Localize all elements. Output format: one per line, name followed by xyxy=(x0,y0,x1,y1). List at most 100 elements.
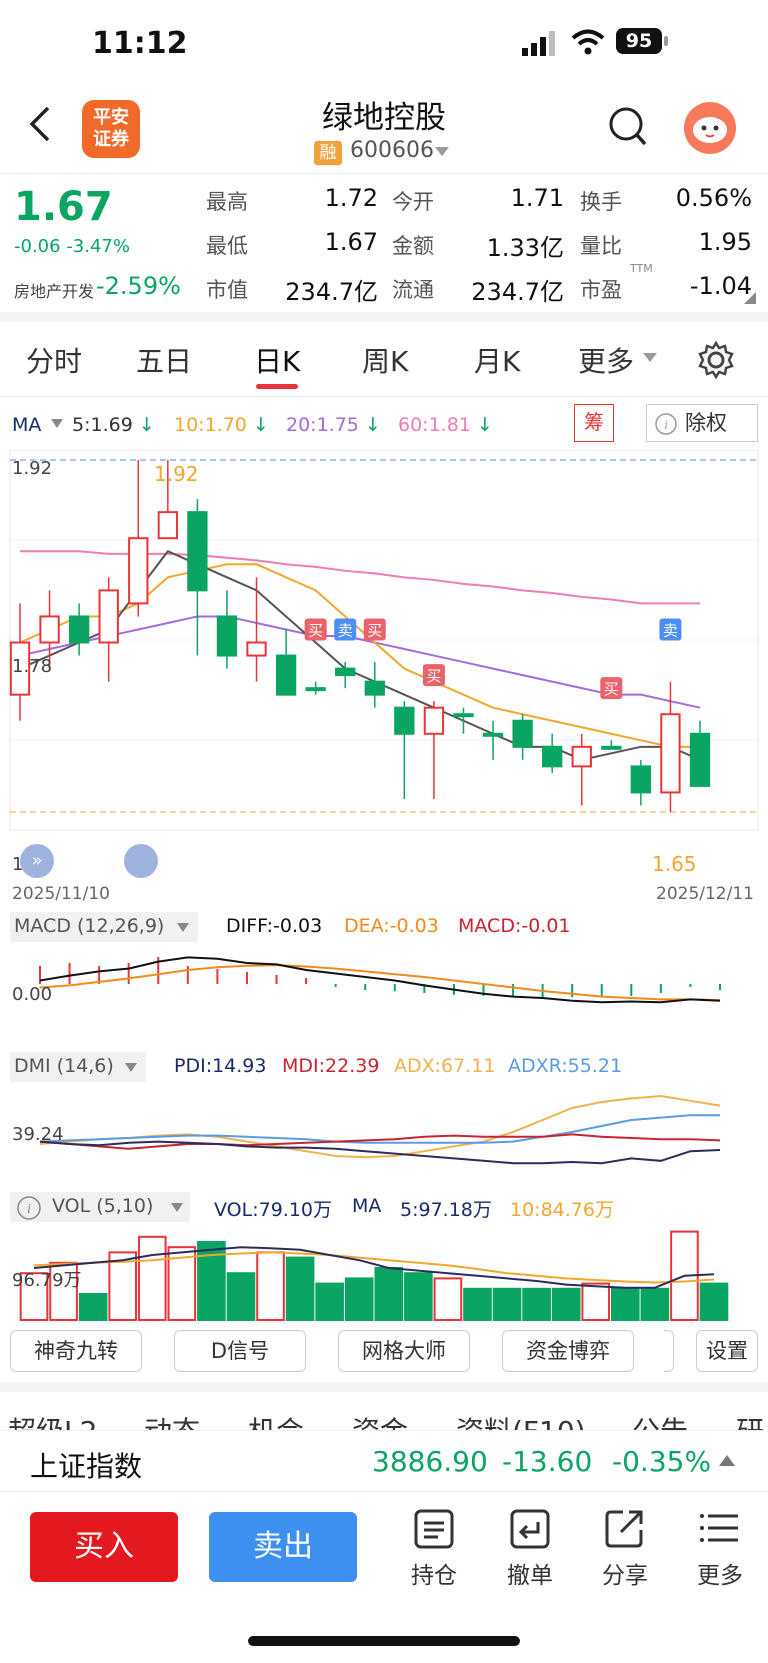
sell-signal-label: 卖 xyxy=(663,621,678,639)
dmi-chart xyxy=(39,1094,721,1165)
position-button[interactable]: 持仓 xyxy=(394,1508,474,1590)
cancel-order-label: 撤单 xyxy=(507,1563,553,1589)
candle xyxy=(246,641,267,657)
volume-bar xyxy=(611,1287,640,1322)
macd-chart xyxy=(39,956,721,1004)
pe-label: 市盈 xyxy=(580,278,622,302)
sell-signal-label: 卖 xyxy=(338,621,353,639)
high-label: 最高 xyxy=(206,190,248,214)
section-divider xyxy=(0,1382,768,1392)
vol-dropdown-icon[interactable] xyxy=(170,1202,184,1214)
menu-icon xyxy=(700,1514,738,1542)
tab-monthly-k[interactable]: 月K xyxy=(474,340,520,380)
sector-name[interactable]: 房地产开发 xyxy=(14,278,94,302)
macd-dropdown-icon[interactable] xyxy=(176,922,190,934)
expand-corner-icon[interactable] xyxy=(744,292,756,304)
down-arrow-icon: ↓ xyxy=(252,414,269,436)
tab-timeshare[interactable]: 分时 xyxy=(26,340,82,380)
signal-icon xyxy=(522,31,555,56)
ma10-text: 10:1.70 xyxy=(174,414,247,436)
candle xyxy=(216,615,238,657)
candle xyxy=(571,745,592,768)
volume-bar xyxy=(492,1287,522,1322)
index-change-pct: -0.35% xyxy=(612,1445,712,1478)
chip-distribution-button[interactable]: 筹 xyxy=(574,404,614,442)
more-dropdown-icon[interactable] xyxy=(642,352,658,364)
info-icon: i xyxy=(17,1196,41,1220)
tab-research[interactable]: 研 xyxy=(736,1410,764,1430)
ma5-value: 5:1.69 ↓ xyxy=(72,414,155,436)
tab-f10[interactable]: 资料(F10) xyxy=(456,1410,586,1430)
volume-bar xyxy=(374,1267,404,1321)
down-arrow-icon: ↓ xyxy=(476,414,493,436)
ma-dropdown-icon[interactable] xyxy=(50,418,64,430)
candle xyxy=(68,615,90,644)
tab-news[interactable]: 动态 xyxy=(144,1410,200,1430)
dmi-dropdown-icon[interactable] xyxy=(124,1062,138,1074)
buy-signal-label: 买 xyxy=(367,621,382,639)
price-axis-high: 1.92 xyxy=(12,458,53,479)
candle xyxy=(364,680,385,696)
tab-opportunity[interactable]: 机会 xyxy=(248,1410,304,1430)
volume-bar xyxy=(640,1287,670,1322)
ma20-text: 20:1.75 xyxy=(286,414,359,436)
tab-five-day[interactable]: 五日 xyxy=(136,340,192,380)
cancel-order-button[interactable]: 撤单 xyxy=(490,1508,570,1590)
share-button[interactable]: 分享 xyxy=(585,1508,665,1590)
high-value: 1.72 xyxy=(324,184,378,212)
price-change: -0.06 -3.47% xyxy=(14,236,130,257)
magic-nine-button[interactable]: 神奇九转 xyxy=(10,1330,142,1372)
expand-up-icon[interactable] xyxy=(718,1453,736,1467)
chart-start-date: 2025/11/10 xyxy=(12,884,110,904)
gear-icon[interactable] xyxy=(696,340,736,380)
fund-game-button[interactable]: 资金博弈 xyxy=(502,1330,634,1372)
vol-ma10: 10:84.76万 xyxy=(510,1199,614,1221)
mktcap-value: 234.7亿 xyxy=(285,278,378,306)
float-value: 234.7亿 xyxy=(471,278,564,306)
more-button[interactable]: 更多 xyxy=(680,1508,760,1590)
d-signal-button[interactable]: D信号 xyxy=(174,1330,306,1372)
tab-funds[interactable]: 资金 xyxy=(352,1410,408,1430)
share-icon xyxy=(605,1510,643,1548)
macd-dea: DEA:-0.03 xyxy=(344,915,439,937)
macd-name: MACD (12,26,9) xyxy=(14,915,165,937)
tab-more[interactable]: 更多 xyxy=(578,340,634,380)
index-ticker[interactable]: 上证指数 3886.90 -13.60 -0.35% xyxy=(0,1430,768,1492)
candle xyxy=(542,745,563,768)
amount-label: 金额 xyxy=(392,234,434,258)
kline-chart[interactable]: 买卖买买买卖 xyxy=(0,450,768,880)
tab-announcement[interactable]: 公告 xyxy=(632,1410,688,1430)
macd-value: MACD:-0.01 xyxy=(458,915,571,937)
battery-icon: 95 xyxy=(616,28,662,54)
ma-label[interactable]: MA xyxy=(12,414,41,436)
search-icon[interactable] xyxy=(608,106,648,150)
volume-bar xyxy=(78,1293,108,1321)
candle xyxy=(275,654,297,696)
settings-button[interactable]: 设置 xyxy=(696,1330,758,1372)
code-dropdown-icon[interactable] xyxy=(434,146,450,158)
tab-weekly-k[interactable]: 周K xyxy=(362,340,408,380)
battery-tip xyxy=(664,36,668,46)
fullscreen-icon[interactable] xyxy=(124,844,158,878)
svg-text:i: i xyxy=(27,1202,31,1217)
fast-forward-icon[interactable]: » xyxy=(20,844,54,878)
tab-l2[interactable]: 超级L2 xyxy=(8,1410,97,1430)
stock-code[interactable]: 600606 xyxy=(350,138,434,163)
volume-bar xyxy=(344,1277,374,1321)
buy-button[interactable]: 买入 xyxy=(30,1512,178,1582)
cancel-order-icon xyxy=(510,1509,550,1549)
pe-value: -1.04 xyxy=(689,272,752,300)
buy-signal-label: 买 xyxy=(308,621,323,639)
pdi-line xyxy=(39,1140,721,1165)
dmi-adx: ADX:67.11 xyxy=(394,1055,496,1077)
high-price-mark: 1.92 xyxy=(154,462,199,486)
grid-master-button[interactable]: 网格大师 xyxy=(338,1330,470,1372)
vol-ratio-label: 量比 xyxy=(580,234,622,258)
ma60-line xyxy=(20,550,700,605)
volume-bar xyxy=(285,1256,315,1321)
candle xyxy=(601,745,622,750)
assistant-avatar[interactable] xyxy=(684,102,736,154)
candle xyxy=(335,667,356,677)
tab-daily-k[interactable]: 日K xyxy=(254,340,300,380)
sell-button[interactable]: 卖出 xyxy=(209,1512,357,1582)
